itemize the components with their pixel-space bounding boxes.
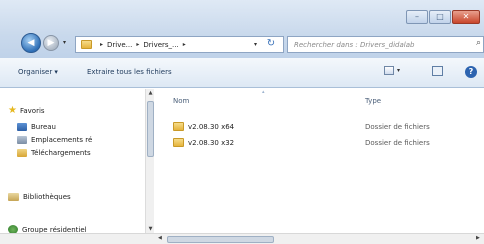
breadcrumb-separator: ▸ (136, 41, 140, 48)
refresh-icon[interactable]: ↻ (262, 38, 280, 51)
help-icon: ? (465, 66, 477, 78)
breadcrumb-separator: ▸ (100, 41, 104, 48)
file-list: ▴ Nom Type v2.08.30 x64 Dossier de fichi… (155, 89, 484, 233)
sort-arrow-icon: ▴ (262, 89, 265, 95)
search-box[interactable]: ⌕ (287, 36, 484, 53)
scroll-down-icon[interactable]: ▼ (146, 226, 155, 232)
window-controls: – □ ✕ (405, 10, 480, 24)
close-button[interactable]: ✕ (452, 10, 480, 24)
star-icon: ★ (8, 105, 17, 116)
maximize-button[interactable]: □ (429, 10, 451, 24)
command-bar: Organiser ▾ Extraire tous les fichiers ▾… (0, 58, 484, 88)
sidebar-item-label: Favoris (19, 106, 45, 115)
file-row-x64[interactable]: v2.08.30 x64 Dossier de fichiers (155, 121, 484, 133)
sidebar-item-label: Téléchargements (31, 149, 91, 157)
sidebar-item-label: Emplacements ré (31, 136, 93, 144)
search-input[interactable] (294, 40, 464, 49)
breadcrumb-drive[interactable]: Drive... (107, 41, 132, 49)
file-name: v2.08.30 x64 (188, 123, 235, 131)
file-name: v2.08.30 x32 (188, 139, 235, 147)
folder-icon (173, 138, 184, 147)
sidebar-item-libraries[interactable]: Bibliothèques (8, 193, 71, 201)
search-icon[interactable]: ⌕ (476, 38, 481, 48)
organize-button[interactable]: Organiser ▾ (18, 68, 58, 76)
back-arrow-icon: ◀ (27, 37, 35, 48)
folder-icon (81, 40, 92, 49)
file-row-x32[interactable]: v2.08.30 x32 Dossier de fichiers (155, 137, 484, 149)
recent-pages-dropdown[interactable]: ▾ (63, 39, 71, 49)
column-header-type[interactable]: Type (365, 97, 381, 105)
sidebar-item-favorites[interactable]: ★ Favoris (8, 105, 45, 116)
close-icon: ✕ (462, 12, 470, 21)
sidebar-item-label: Bureau (31, 123, 56, 131)
sidebar-item-downloads[interactable]: Téléchargements (17, 149, 91, 157)
file-type: Dossier de fichiers (365, 123, 430, 131)
maximize-icon: □ (436, 12, 444, 21)
forward-button[interactable]: ▶ (43, 35, 59, 51)
desktop-icon (17, 123, 27, 131)
views-caret-icon: ▾ (397, 67, 401, 74)
scroll-up-icon[interactable]: ▲ (146, 90, 155, 96)
views-icon (384, 66, 394, 75)
minimize-icon: – (415, 12, 419, 21)
libraries-icon (8, 193, 19, 201)
views-button[interactable]: ▾ (384, 66, 400, 75)
forward-arrow-icon: ▶ (47, 37, 55, 48)
sidebar-item-desktop[interactable]: Bureau (17, 123, 56, 131)
downloads-icon (17, 149, 27, 157)
scroll-left-icon[interactable]: ◀ (158, 235, 162, 241)
sidebar-item-label: Bibliothèques (23, 193, 71, 201)
scroll-right-icon[interactable]: ▶ (476, 235, 480, 241)
extract-all-button[interactable]: Extraire tous les fichiers (87, 68, 172, 76)
address-bar[interactable]: ▸ Drive... ▸ Drivers_... ▸ ▾ ↻ (75, 36, 284, 53)
navigation-pane-scrollbar[interactable]: ▲ ▼ (145, 89, 154, 233)
help-button[interactable]: ? (465, 66, 477, 78)
title-bar: – □ ✕ ◀ ▶ ▾ ▸ Drive... ▸ Drivers_... ▸ ▾… (0, 0, 484, 58)
scrollbar-thumb[interactable] (167, 236, 274, 243)
scrollbar-thumb[interactable] (147, 101, 154, 157)
explorer-window: – □ ✕ ◀ ▶ ▾ ▸ Drive... ▸ Drivers_... ▸ ▾… (0, 0, 484, 244)
breadcrumb-drivers[interactable]: Drivers_... (143, 41, 178, 49)
minimize-button[interactable]: – (406, 10, 428, 24)
back-button[interactable]: ◀ (21, 33, 41, 53)
recent-places-icon (17, 136, 27, 144)
breadcrumb-separator: ▸ (182, 41, 186, 48)
preview-pane-button[interactable] (432, 66, 443, 76)
sidebar-item-recent-places[interactable]: Emplacements ré (17, 136, 92, 144)
folder-icon (173, 122, 184, 131)
preview-pane-icon (432, 66, 443, 76)
navigation-pane: ★ Favoris Bureau Emplacements ré Télécha… (0, 89, 154, 244)
address-dropdown-icon[interactable]: ▾ (254, 41, 257, 48)
file-type: Dossier de fichiers (365, 139, 430, 147)
column-header-name[interactable]: Nom (173, 97, 189, 105)
horizontal-scrollbar[interactable]: ◀ ▶ (0, 233, 484, 244)
